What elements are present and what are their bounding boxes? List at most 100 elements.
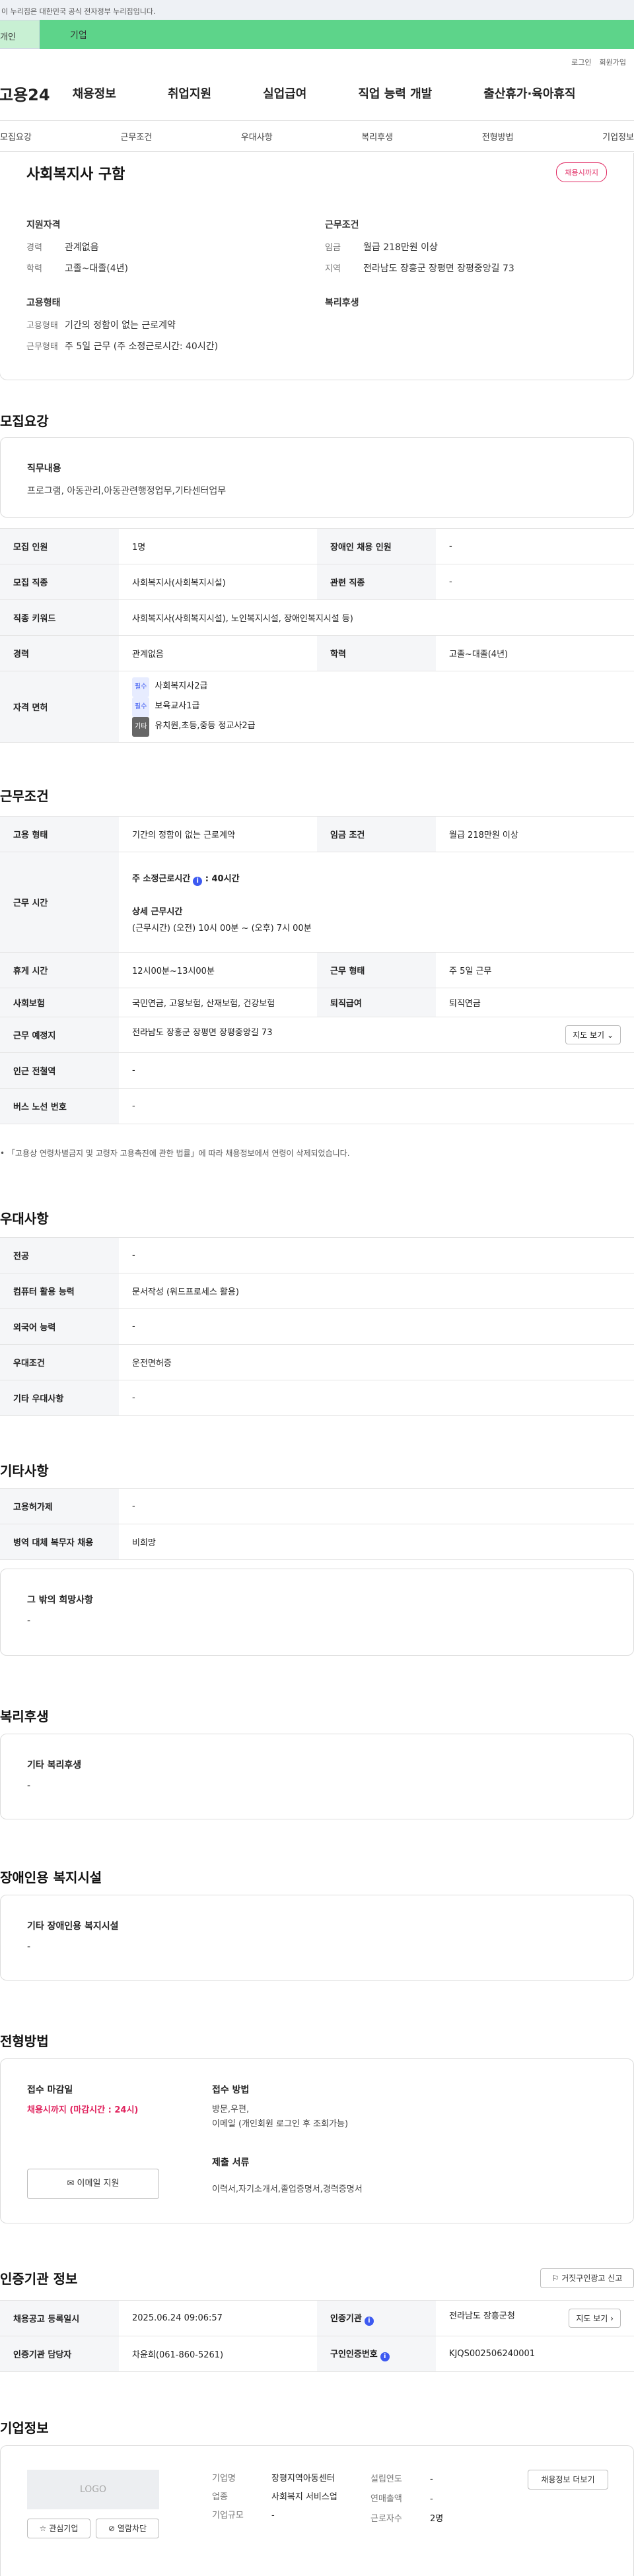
th: 버스 노선 번호 xyxy=(0,1088,119,1124)
table-row: 인증기관 담당자 차윤희(061-860-5261) 구인인증번호 i KJQS0025… xyxy=(0,2336,634,2372)
duty-label: 직무내용 xyxy=(27,463,61,474)
label: 업종 xyxy=(212,2492,228,2502)
gnb-item-support[interactable]: 취업지원 xyxy=(168,85,211,102)
label: 임금 xyxy=(325,243,341,253)
org-value: 전라남도 장흥군청 xyxy=(449,2311,515,2321)
section-title-cert: 인증기관 정보 xyxy=(0,2271,78,2287)
email-apply-button[interactable]: ✉ 이메일 지원 xyxy=(27,2169,159,2199)
section-title-company: 기업정보 xyxy=(0,2420,49,2436)
value: 월급 218만원 이상 xyxy=(363,242,438,253)
td: KJQS002506240001 xyxy=(436,2336,634,2372)
info-icon[interactable]: i xyxy=(380,2352,390,2361)
summary-heading: 근무조건 xyxy=(325,220,359,230)
table-row: 휴게 시간 12시00분~13시00분 근무 형태 주 5일 근무 xyxy=(0,952,634,988)
snb-preference[interactable]: 우대사항 xyxy=(241,130,273,143)
company-info-col1: 기업명 장평지역아동센터 업종 사회복지 서비스업 기업규모 - xyxy=(212,2470,344,2525)
docs-label: 제출 서류 xyxy=(212,2157,250,2168)
section-title-preference: 우대사항 xyxy=(0,1211,49,1227)
table-row: 고용 형태 기간의 정함이 없는 근로계약 임금 조건 월급 218만원 이상 xyxy=(0,816,634,852)
table-row: 모집 인원 1명 장애인 채용 인원 - xyxy=(0,528,634,564)
map-button[interactable]: 지도 보기 ⌄ xyxy=(565,1025,621,1044)
table-row: 사회보험 국민연금, 고용보험, 산재보험, 건강보험 퇴직급여 퇴직연금 xyxy=(0,988,634,1017)
other-wish-box: 그 밖의 희망사항 - xyxy=(0,1569,634,1656)
signup-link[interactable]: 회원가입 xyxy=(600,58,626,66)
gnb-item-jobs[interactable]: 채용정보 xyxy=(73,85,116,102)
block-label: 열람차단 xyxy=(117,2524,147,2533)
job-title: 사회복지사 구함 xyxy=(26,166,125,183)
report-label: 거짓구인광고 신고 xyxy=(561,2274,623,2283)
block-icon: ⊘ xyxy=(108,2524,116,2533)
label: 근로자수 xyxy=(370,2514,402,2524)
gnb-item-leave[interactable]: 출산휴가·육아휴직 xyxy=(483,85,575,102)
report-fake-ad-button[interactable]: ⚐ 거짓구인광고 신고 xyxy=(540,2268,634,2288)
summary-employment: 고용형태 고용형태 기간의 정함이 없는 근로계약 근무형태 주 5일 근무 (주 … xyxy=(26,296,218,360)
table-row: 버스 노선 번호 - xyxy=(0,1088,634,1124)
snb-conditions[interactable]: 근무조건 xyxy=(120,130,152,143)
td: 고졸~대졸(4년) xyxy=(436,635,634,671)
th: 퇴직급여 xyxy=(317,988,436,1017)
block-view-button[interactable]: ⊘ 열람차단 xyxy=(96,2519,159,2538)
label: 경력 xyxy=(26,243,42,253)
hours-value: 40시간 xyxy=(211,873,240,884)
section-title-recruit: 모집요강 xyxy=(0,413,49,429)
site-logo[interactable]: 고용24 xyxy=(0,82,50,105)
table-row: 우대조건 운전면허증 xyxy=(0,1344,634,1380)
snb-welfare[interactable]: 복리후생 xyxy=(361,130,393,143)
chevron-down-icon: ⌄ xyxy=(606,1031,614,1040)
td: 1명 xyxy=(119,528,317,564)
value: 관계없음 xyxy=(65,242,99,253)
td: 사회복지사(사회복지시설) xyxy=(119,564,317,600)
more-jobs-button[interactable]: 채용정보 더보기 xyxy=(528,2470,608,2490)
th: 관련 직종 xyxy=(317,564,436,600)
th: 외국어 능력 xyxy=(0,1308,119,1345)
info-icon[interactable]: i xyxy=(364,2316,374,2326)
org-map-button[interactable]: 지도 보기 › xyxy=(569,2309,621,2328)
table-row: 모집 직종 사회복지사(사회복지시설) 관련 직종 - xyxy=(0,564,634,600)
td: - xyxy=(119,1308,634,1345)
gov-banner: 이 누리집은 대한민국 공식 전자정부 누리집입니다. xyxy=(0,0,634,20)
snb-company[interactable]: 기업정보 xyxy=(602,130,634,143)
table-row: 근무 시간 주 소정근로시간 i : 40시간 상세 근무시간 (근무시간) (오… xyxy=(0,852,634,953)
snb-recruit[interactable]: 모집요강 xyxy=(0,130,32,143)
method-line: 방문,우편, xyxy=(212,2105,250,2115)
th: 기타 우대사항 xyxy=(0,1380,119,1416)
table-row: 기타 우대사항 - xyxy=(0,1380,634,1416)
td: 2025.06.24 09:06:57 xyxy=(119,2300,317,2336)
gnb-item-training[interactable]: 직업 능력 개발 xyxy=(358,85,432,102)
th: 구인인증번호 i xyxy=(317,2336,436,2372)
th: 근무 예정지 xyxy=(0,1017,119,1053)
email-apply-label: 이메일 지원 xyxy=(77,2179,120,2188)
snb-process[interactable]: 전형방법 xyxy=(482,130,514,143)
td: - xyxy=(436,528,634,564)
gov-banner-text: 이 누리집은 대한민국 공식 전자정부 누리집입니다. xyxy=(1,7,156,16)
favorite-label: 관심기업 xyxy=(49,2524,79,2533)
section-title-conditions: 근무조건 xyxy=(0,788,49,804)
recruit-table: 모집 인원 1명 장애인 채용 인원 - 모집 직종 사회복지사(사회복지시설) 관련 직… xyxy=(0,528,634,743)
login-link[interactable]: 로그인 xyxy=(571,58,591,66)
label: 근무형태 xyxy=(26,342,58,352)
th: 컴퓨터 활용 능력 xyxy=(0,1273,119,1309)
td: - xyxy=(436,564,634,600)
tab-business[interactable]: 기업 xyxy=(40,20,634,49)
license: 보육교사1급 xyxy=(155,700,200,711)
gnb-item-unemployment[interactable]: 실업급여 xyxy=(263,85,306,102)
tab-personal[interactable]: 개인 xyxy=(0,20,40,49)
th: 우대조건 xyxy=(0,1344,119,1380)
company-info-col2: 설립연도 - 연매출액 - 근로자수 2명 xyxy=(370,2470,443,2529)
deadline-label: 접수 마감일 xyxy=(27,2085,73,2095)
table-row: 자격 면허 필수 사회복지사2급 필수 보육교사1급 기타 유치원,초등,중등 정교사… xyxy=(0,671,634,743)
job-summary-card: 사회복지사 구함 채용시까지 지원자격 경력 관계없음 학력 고졸~대졸(4년) 근… xyxy=(0,153,634,380)
td: - xyxy=(119,1088,634,1124)
summary-qualification: 지원자격 경력 관계없음 학력 고졸~대졸(4년) xyxy=(26,218,128,283)
th: 휴게 시간 xyxy=(0,952,119,988)
duty-box: 직무내용 프로그램, 아동관리,아동관련행정업무,기타센터업무 xyxy=(0,437,634,518)
favorite-company-button[interactable]: ☆ 관심기업 xyxy=(27,2519,90,2538)
label: 고용형태 xyxy=(26,321,58,331)
th: 인근 전철역 xyxy=(0,1052,119,1089)
required-badge: 필수 xyxy=(132,677,150,697)
td: 주 5일 근무 xyxy=(436,952,634,988)
info-icon[interactable]: i xyxy=(193,876,203,886)
td: - xyxy=(119,1380,634,1416)
etc-table: 고용허가제 - 병역 대체 복무자 채용 비희망 xyxy=(0,1488,634,1560)
summary-heading: 고용형태 xyxy=(26,298,61,308)
